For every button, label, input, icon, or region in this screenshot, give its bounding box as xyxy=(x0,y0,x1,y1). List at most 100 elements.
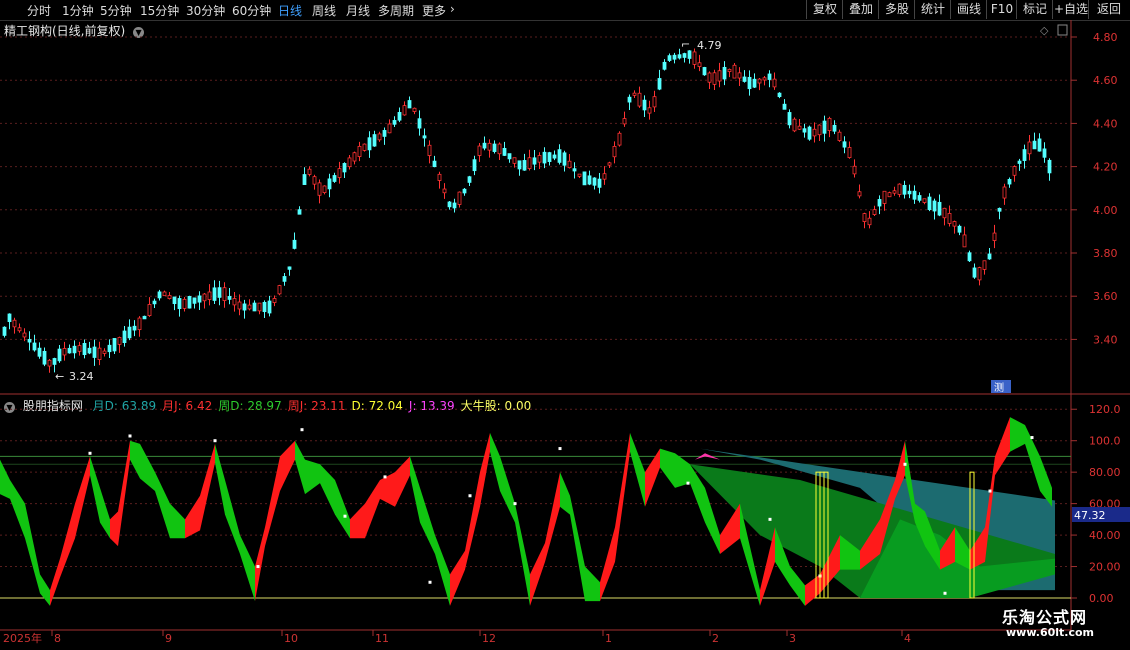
oscillator-fill xyxy=(805,574,820,606)
candle-body xyxy=(782,103,787,110)
year-label: 2025年 xyxy=(3,631,42,645)
candle-body xyxy=(967,252,972,262)
candle-body xyxy=(997,207,1002,212)
candle-body xyxy=(1032,140,1037,150)
pivot-dot xyxy=(343,514,347,518)
candle-body xyxy=(542,151,547,164)
diamond-icon[interactable]: ◇ xyxy=(1040,24,1049,37)
indicator-axis-label: 100.0 xyxy=(1089,435,1121,448)
oscillator-fill xyxy=(240,535,255,602)
candle-body xyxy=(567,160,572,169)
candle-body xyxy=(512,157,517,164)
candle-body xyxy=(822,120,827,134)
candle-body xyxy=(242,303,247,311)
candle-body xyxy=(852,165,857,175)
candle-body xyxy=(767,73,772,80)
candle-body xyxy=(112,338,117,352)
candlestick-series xyxy=(2,48,1052,373)
candle-body xyxy=(177,298,182,310)
measure-tag: 测 xyxy=(994,381,1004,394)
candle-body xyxy=(202,293,207,302)
chart-canvas[interactable]: 4.80 4.60 4.40 4.20 4.00 3.80 3.60 3.40 120.0 100… xyxy=(0,0,1130,650)
candle-body xyxy=(197,295,202,303)
candle-body xyxy=(912,190,917,200)
candle-body xyxy=(887,192,892,198)
candle-body xyxy=(502,147,507,156)
candle-body xyxy=(577,173,582,177)
candle-body xyxy=(857,191,862,197)
candle-body xyxy=(182,298,187,309)
candle-body xyxy=(627,96,632,103)
oscillator-fill xyxy=(500,456,515,523)
candle-body xyxy=(77,345,82,352)
candle-body xyxy=(742,76,747,82)
candle-body xyxy=(172,296,177,305)
candle-body xyxy=(927,196,932,210)
price-axis-label: 3.40 xyxy=(1093,333,1118,346)
candle-body xyxy=(522,160,527,171)
candle-body xyxy=(357,145,362,157)
candle-body xyxy=(432,160,437,168)
pivot-dot xyxy=(300,428,304,432)
candle-body xyxy=(262,301,267,313)
oscillator-fill xyxy=(515,503,530,606)
candle-body xyxy=(532,157,537,165)
candle-body xyxy=(482,142,487,149)
pivot-dot xyxy=(88,451,92,455)
candle-body xyxy=(97,347,102,360)
oscillator-fill xyxy=(75,456,90,539)
candle-body xyxy=(1027,141,1032,155)
candle-body xyxy=(552,154,557,159)
oscillator-fill xyxy=(90,456,100,523)
candle-body xyxy=(607,162,612,166)
candle-body xyxy=(1042,148,1047,158)
candle-body xyxy=(1017,160,1022,164)
candle-body xyxy=(897,183,902,195)
oscillator-fill xyxy=(705,487,720,554)
pivot-dot xyxy=(558,447,562,451)
candle-body xyxy=(972,267,977,278)
oscillator-fill xyxy=(380,472,395,507)
candle-body xyxy=(487,142,492,151)
oscillator-fill xyxy=(60,503,75,578)
candle-body xyxy=(1037,138,1042,152)
candle-body xyxy=(752,78,757,88)
pivot-dot xyxy=(768,517,772,521)
candle-body xyxy=(1012,166,1017,176)
candle-body xyxy=(52,358,57,365)
oscillator-fill xyxy=(350,503,365,539)
oscillator-fill xyxy=(0,459,10,499)
price-axis-label: 4.20 xyxy=(1093,161,1118,174)
candle-body xyxy=(277,285,282,295)
month-label: 4 xyxy=(904,632,911,645)
oscillator-fill xyxy=(1010,417,1025,452)
candle-body xyxy=(232,298,237,306)
candle-body xyxy=(637,92,642,107)
candle-body xyxy=(797,125,802,130)
month-label: 3 xyxy=(789,632,796,645)
oscillator-fill xyxy=(130,440,140,479)
page-icon[interactable] xyxy=(1057,24,1068,36)
candle-body xyxy=(947,213,952,224)
candle-body xyxy=(737,72,742,79)
pivot-dot xyxy=(256,565,260,569)
candle-body xyxy=(757,78,762,84)
candle-body xyxy=(422,135,427,139)
candle-body xyxy=(1047,159,1052,174)
candle-body xyxy=(132,325,137,331)
candle-body xyxy=(712,72,717,85)
candle-body xyxy=(977,267,982,281)
candle-body xyxy=(447,201,452,208)
price-axis-label: 3.80 xyxy=(1093,247,1118,260)
candle-body xyxy=(867,217,872,226)
candle-body xyxy=(707,72,712,83)
candle-body xyxy=(167,295,172,300)
oscillator-fill xyxy=(225,480,240,554)
candle-body xyxy=(367,137,372,151)
candle-body xyxy=(452,202,457,209)
candle-body xyxy=(1022,149,1027,161)
candle-body xyxy=(17,327,22,332)
candle-body xyxy=(67,347,72,354)
oscillator-fill xyxy=(25,503,40,594)
low-marker-arrow: ← xyxy=(55,370,64,383)
